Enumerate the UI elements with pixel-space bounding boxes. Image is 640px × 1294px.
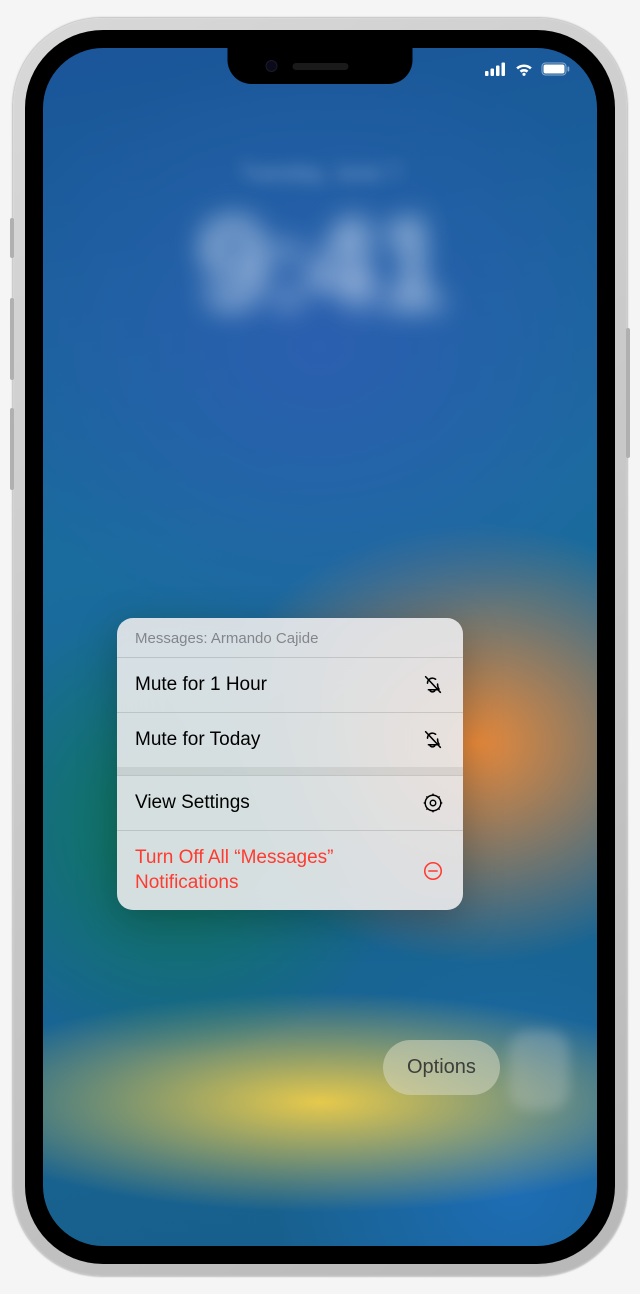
notification-options-menu: Messages: Armando Cajide Mute for 1 Hour…: [117, 618, 463, 910]
turn-off-notifications-item[interactable]: Turn Off All “Messages” Notifications: [117, 830, 463, 910]
menu-item-label: Mute for Today: [135, 729, 260, 751]
menu-item-label: Mute for 1 Hour: [135, 674, 267, 696]
notch: [228, 48, 413, 84]
menu-divider: [117, 767, 463, 775]
speaker: [292, 63, 348, 70]
mute-today-item[interactable]: Mute for Today: [117, 712, 463, 767]
front-camera: [266, 60, 278, 72]
blurred-notification: [509, 1030, 569, 1110]
silent-switch: [10, 218, 14, 258]
volume-up-button: [10, 298, 14, 380]
lock-time: 9:41: [198, 188, 442, 338]
status-bar: [485, 62, 571, 76]
view-settings-item[interactable]: View Settings: [117, 775, 463, 830]
volume-down-button: [10, 408, 14, 490]
menu-item-label: Turn Off All “Messages” Notifications: [135, 846, 395, 895]
phone-frame: Tuesday, June 7 9:41 Messages: Armando C…: [13, 18, 627, 1276]
options-label: Options: [407, 1056, 476, 1078]
menu-item-label: View Settings: [135, 792, 250, 814]
screen: Tuesday, June 7 9:41 Messages: Armando C…: [43, 48, 597, 1246]
mute-1-hour-item[interactable]: Mute for 1 Hour: [117, 657, 463, 712]
minus-circle-icon: [421, 859, 445, 883]
menu-header: Messages: Armando Cajide: [117, 618, 463, 657]
gear-icon: [421, 791, 445, 815]
battery-icon: [541, 62, 571, 76]
side-button: [626, 328, 630, 458]
bell-slash-icon: [421, 728, 445, 752]
wifi-icon: [514, 62, 534, 76]
options-button[interactable]: Options: [383, 1040, 500, 1095]
lock-date: Tuesday, June 7: [240, 160, 400, 186]
cellular-icon: [485, 62, 507, 76]
bell-slash-icon: [421, 673, 445, 697]
